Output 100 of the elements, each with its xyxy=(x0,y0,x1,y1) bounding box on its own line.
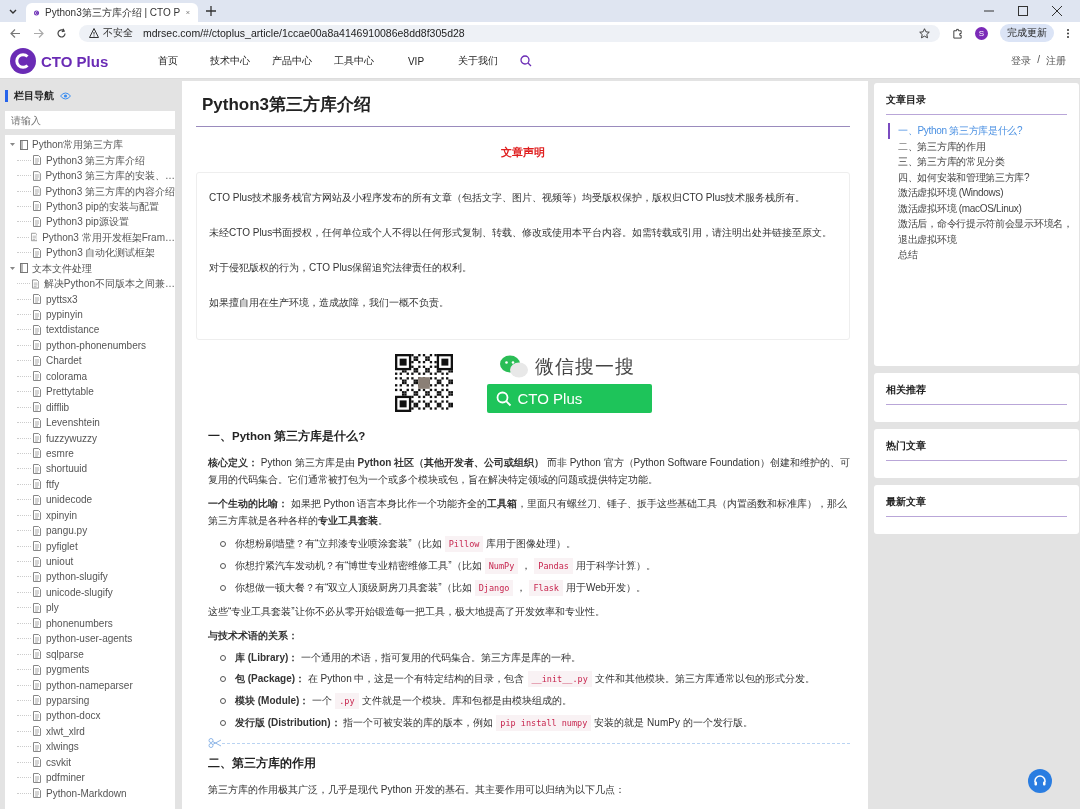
tree-item[interactable]: python-docx xyxy=(5,708,175,724)
tree-item[interactable]: xlwt_xlrd xyxy=(5,723,175,740)
document-icon xyxy=(33,602,41,613)
tree-item[interactable]: Python3 自动化测试框架 xyxy=(5,245,175,261)
document-icon xyxy=(33,417,41,428)
tree-item[interactable]: Python3 pip的安装与配置 xyxy=(5,198,175,215)
tree-item[interactable]: Prettytable xyxy=(5,384,175,400)
headset-icon xyxy=(1033,774,1047,788)
tree-item[interactable]: ply xyxy=(5,600,175,616)
document-icon xyxy=(33,247,41,258)
more-icon[interactable] xyxy=(1066,27,1070,39)
toc-link[interactable]: 总结 xyxy=(888,247,1077,263)
tree-item[interactable]: Python-Markdown xyxy=(5,785,175,801)
login-link[interactable]: 登录 xyxy=(1011,54,1032,68)
search-icon[interactable] xyxy=(520,55,532,67)
toc-link[interactable]: 二、第三方库的作用 xyxy=(888,138,1077,154)
tree-item[interactable]: pdfminer xyxy=(5,769,175,786)
nav-link[interactable]: 产品中心 xyxy=(272,54,312,68)
caret-icon[interactable] xyxy=(9,264,16,272)
nav-link[interactable]: VIP xyxy=(396,55,436,67)
tree-item[interactable]: esmre xyxy=(5,445,175,462)
tree-item[interactable]: python-phonenumbers xyxy=(5,337,175,354)
tree-item[interactable]: unidecode xyxy=(5,492,175,508)
document-icon xyxy=(33,695,41,706)
tree-item[interactable]: python-user-agents xyxy=(5,631,175,647)
document-icon xyxy=(33,556,41,567)
toc-link[interactable]: 四、如何安装和管理第三方库? xyxy=(888,169,1077,185)
document-icon xyxy=(33,710,41,721)
tree-item[interactable]: textdistance xyxy=(5,322,175,338)
nav-link[interactable]: 工具中心 xyxy=(334,54,374,68)
logo-text[interactable]: CTO Plus xyxy=(41,52,109,70)
maximize-icon[interactable] xyxy=(1018,6,1028,16)
toc-link[interactable]: 激活后，命令行提示符前会显示环境名， xyxy=(888,216,1077,232)
document-icon xyxy=(33,587,41,598)
tree-folder[interactable]: Python常用第三方库 xyxy=(5,137,175,153)
document-icon xyxy=(33,309,41,320)
warning-icon xyxy=(89,28,99,38)
document-icon xyxy=(33,525,41,536)
tree-item[interactable]: Chardet xyxy=(5,353,175,369)
tree-item[interactable]: pangu.py xyxy=(5,522,175,539)
tree-item[interactable]: pygments xyxy=(5,661,175,678)
document-icon xyxy=(33,340,41,351)
caret-icon[interactable] xyxy=(9,141,16,149)
nav-link[interactable]: 首页 xyxy=(148,54,188,68)
toc-link[interactable]: 激活虚拟环境 (macOS/Linux) xyxy=(888,200,1077,216)
back-icon[interactable] xyxy=(10,27,21,39)
support-button[interactable] xyxy=(1028,769,1052,793)
tree-item[interactable]: pyttsx3 xyxy=(5,291,175,307)
tree-item[interactable]: Python3 第三方库的安装、… xyxy=(5,167,175,184)
security-label[interactable]: 不安全 xyxy=(103,26,133,40)
search-field[interactable]: 请输入 xyxy=(5,111,175,129)
new-tab-icon[interactable] xyxy=(206,6,216,16)
extensions-icon[interactable] xyxy=(952,27,963,39)
tree-item[interactable]: csvkit xyxy=(5,754,175,770)
eye-icon[interactable] xyxy=(60,92,71,100)
tree-item[interactable]: Python3 第三方库介绍 xyxy=(5,152,175,168)
reload-icon[interactable] xyxy=(56,27,67,39)
tree-folder[interactable]: 文本文件处理 xyxy=(5,260,175,276)
article-title: Python3第三方库介绍 xyxy=(196,81,850,127)
toc-title: 文章目录 xyxy=(886,93,1067,115)
bookmark-star-icon[interactable] xyxy=(919,27,930,39)
tree-item[interactable]: Python3 pip源设置 xyxy=(5,214,175,230)
tree-item[interactable]: sqlparse xyxy=(5,646,175,662)
tree-item[interactable]: shortuuid xyxy=(5,461,175,477)
tree-item[interactable]: python-nameparser xyxy=(5,677,175,693)
tree-item[interactable]: unicode-slugify xyxy=(5,584,175,601)
tree-item[interactable]: Python3 第三方库的内容介绍 xyxy=(5,183,175,199)
tree-item[interactable]: Python3 常用开发框架Fram… xyxy=(5,229,175,246)
nav-link[interactable]: 关于我们 xyxy=(458,54,498,68)
tree-item[interactable]: python-slugify xyxy=(5,569,175,585)
toc-link[interactable]: 激活虚拟环境 (Windows) xyxy=(888,185,1077,201)
list-item: 你想粉刷墙壁？有“立邦漆专业喷涂套装”（比如 Pillow 库用于图像处理）。 xyxy=(220,536,850,552)
address-field[interactable]: 不安全 mdrsec.com/#/ctoplus_article/1ccae00a8a4146910086e8dd8f305d28 xyxy=(79,24,940,42)
tree-item[interactable]: pypinyin xyxy=(5,306,175,323)
browser-tab[interactable]: Python3第三方库介绍 | CTO P xyxy=(26,3,198,22)
tree-item[interactable]: difflib xyxy=(5,399,175,415)
tree-item[interactable]: phonenumbers xyxy=(5,615,175,631)
tree-item[interactable]: pyfiglet xyxy=(5,538,175,554)
toc-link[interactable]: 三、第三方库的常见分类 xyxy=(888,154,1077,170)
tree-item[interactable]: ftfy xyxy=(5,476,175,493)
nav-link[interactable]: 技术中心 xyxy=(210,54,250,68)
toc-link[interactable]: 一、Python 第三方库是什么? xyxy=(888,123,1077,139)
tree-item[interactable]: colorama xyxy=(5,368,175,384)
document-icon xyxy=(33,294,41,305)
tree-item[interactable]: 解决Python不同版本之间兼… xyxy=(5,275,175,292)
profile-avatar[interactable]: S xyxy=(975,26,988,40)
tree-item[interactable]: Levenshtein xyxy=(5,414,175,431)
tree-item[interactable]: xpinyin xyxy=(5,507,175,523)
tree-item[interactable]: xlwings xyxy=(5,739,175,755)
register-link[interactable]: 注册 xyxy=(1046,54,1066,68)
document-icon xyxy=(33,757,41,768)
tree-item[interactable]: uniout xyxy=(5,553,175,570)
tree-item[interactable]: fuzzywuzzy xyxy=(5,430,175,446)
tree-item[interactable]: pyparsing xyxy=(5,692,175,709)
toc-link[interactable]: 退出虚拟环境 xyxy=(888,231,1077,247)
logo-icon[interactable] xyxy=(10,48,36,74)
update-button[interactable]: 完成更新 xyxy=(1000,24,1054,42)
document-icon xyxy=(33,216,41,227)
close-window-icon[interactable] xyxy=(1052,6,1062,16)
document-icon xyxy=(33,494,41,505)
